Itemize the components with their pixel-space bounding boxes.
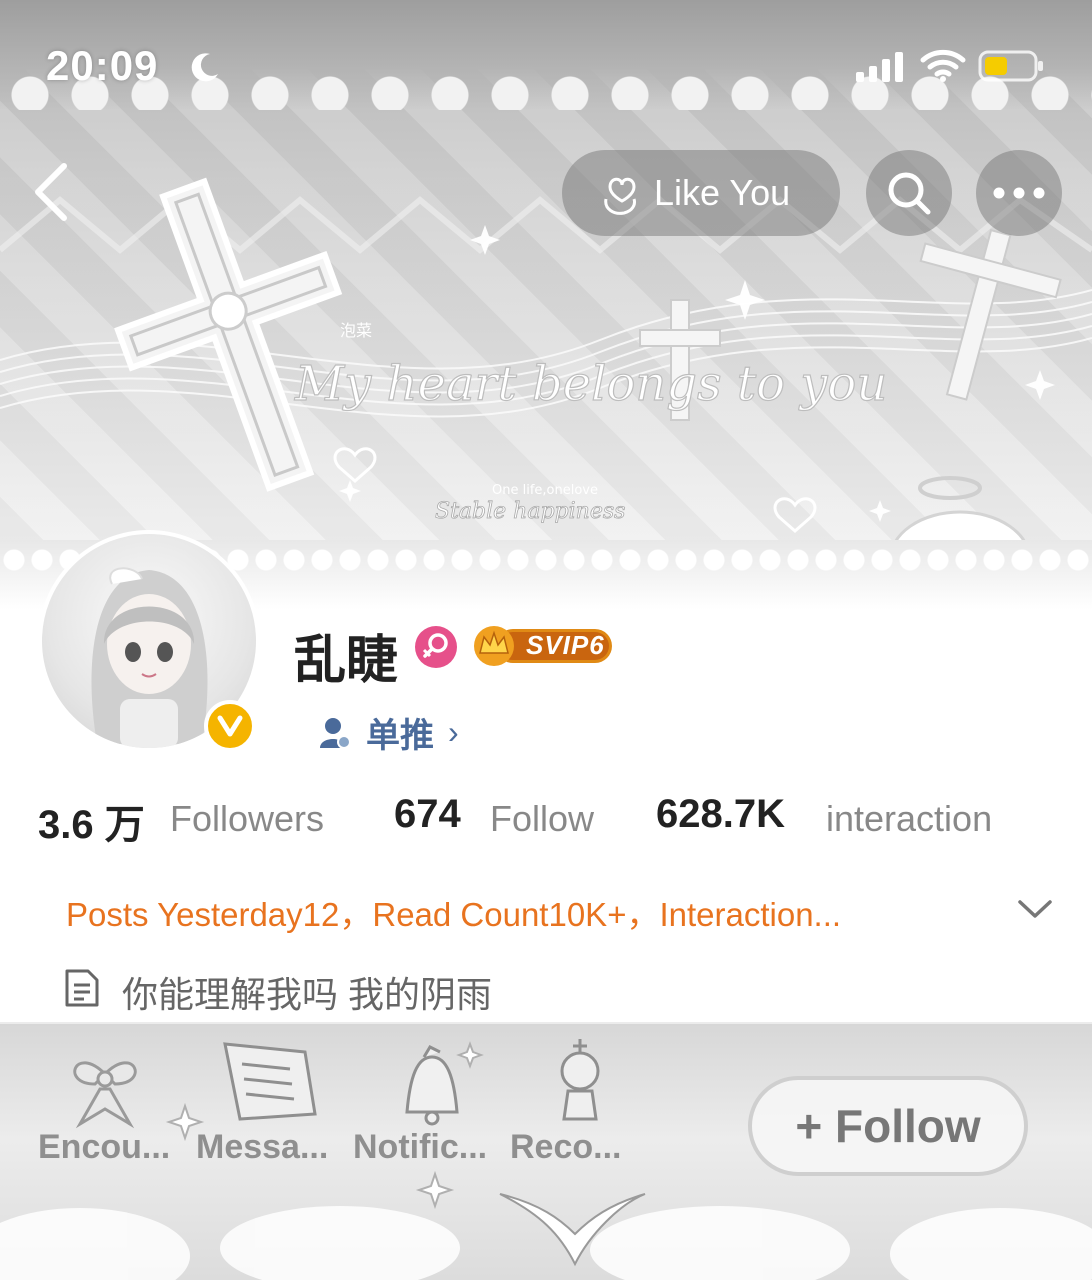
interaction-count: 628.7K: [656, 792, 785, 836]
battery-icon: [978, 50, 1043, 82]
tab-encourage[interactable]: Encou...: [38, 1128, 170, 1167]
tab-notifications[interactable]: Notific...: [353, 1128, 487, 1167]
banner-small-text: One life,onelove: [492, 483, 598, 498]
chevron-down-icon[interactable]: [1016, 894, 1054, 924]
finger-heart-icon: [604, 177, 636, 215]
profile-bio: 你能理解我吗 我的阴雨: [122, 974, 493, 1015]
banner-tag: 泡菜: [340, 321, 372, 340]
profile-username: 乱睫: [294, 632, 399, 690]
tab-messages[interactable]: Messa...: [196, 1128, 328, 1167]
banner-script-text: My heart belongs to you: [294, 356, 887, 412]
more-options-button[interactable]: [976, 150, 1062, 236]
message-scroll-icon: [223, 1042, 317, 1121]
chess-king-icon: [560, 1039, 600, 1121]
followers-label: Followers: [170, 798, 325, 839]
bell-icon: [405, 1045, 459, 1126]
interaction-label: interaction: [826, 798, 993, 839]
follow-button[interactable]: + Follow: [748, 1076, 1028, 1176]
wifi-icon: [920, 49, 966, 82]
banner-tagline: Stable happiness: [435, 499, 625, 524]
document-icon: [65, 969, 99, 1007]
follow-label: Follow: [490, 798, 595, 839]
verified-badge-icon: [204, 700, 256, 752]
more-icon: [993, 187, 1045, 199]
like-you-button[interactable]: Like You: [562, 150, 840, 236]
back-button[interactable]: [28, 160, 78, 224]
follow-count: 674: [394, 792, 461, 836]
person-icon: [320, 717, 351, 749]
bottom-toolbar: Encou... Messa... Notific... Reco... + F…: [0, 1024, 1092, 1280]
bow-icon: [73, 1061, 137, 1129]
chevron-right-icon: ›: [448, 714, 459, 750]
banner-artwork: My heart belongs to you Stable happiness…: [0, 177, 1092, 610]
search-icon: [888, 172, 931, 215]
activity-summary[interactable]: Posts Yesterday12，Read Count10K+，Interac…: [66, 888, 841, 936]
tab-recommend[interactable]: Reco...: [510, 1128, 621, 1167]
female-gender-icon: [415, 626, 457, 668]
single-push-label: 单推: [366, 717, 434, 755]
svip-level-label: SVIP6: [526, 630, 605, 660]
search-button[interactable]: [866, 150, 952, 236]
like-you-label: Like You: [654, 172, 791, 213]
followers-count: 3.6 万: [38, 803, 145, 847]
cellular-signal-icon: [856, 52, 903, 82]
profile-banner: My heart belongs to you Stable happiness…: [0, 0, 1092, 610]
single-push-link[interactable]: 单推 ›: [318, 708, 459, 757]
moon-icon: [191, 53, 218, 82]
status-time: 20:09: [46, 42, 159, 89]
